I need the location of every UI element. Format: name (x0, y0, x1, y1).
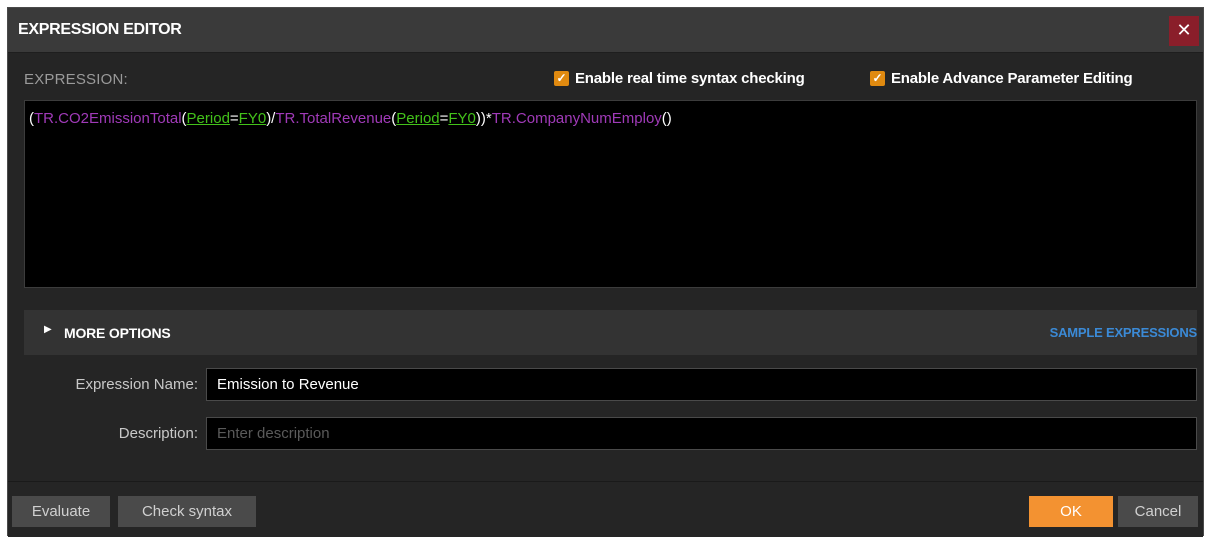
description-label: Description: (118, 425, 198, 442)
expand-arrow-icon[interactable]: ▶ (44, 324, 52, 335)
advance-param-option[interactable]: ✓ Enable Advance Parameter Editing (870, 70, 1133, 87)
token-function: TR.CO2EmissionTotal (34, 110, 182, 127)
expression-editor[interactable]: (TR.CO2EmissionTotal(Period=FY0)/TR.Tota… (24, 100, 1197, 288)
token-parameter-value[interactable]: FY0 (448, 110, 476, 127)
token-operator: = (229, 110, 239, 127)
expression-name-label: Expression Name: (75, 376, 198, 393)
expression-label: EXPRESSION: (24, 71, 128, 88)
token-parameter[interactable]: Period (187, 110, 230, 127)
token-operator: ))* (475, 110, 492, 127)
check-syntax-button[interactable]: Check syntax (118, 496, 256, 527)
advance-param-checkbox[interactable]: ✓ (870, 71, 885, 86)
close-icon: ✕ (1176, 20, 1192, 40)
token-parameter-value[interactable]: FY0 (239, 110, 267, 127)
advance-param-label: Enable Advance Parameter Editing (891, 70, 1133, 87)
token-paren: () (661, 110, 672, 127)
sample-expressions-link[interactable]: SAMPLE EXPRESSIONS (1050, 325, 1198, 340)
dialog-title: EXPRESSION EDITOR (18, 21, 182, 38)
expression-editor-dialog: EXPRESSION EDITOR ✕ EXPRESSION: ✓ Enable… (7, 7, 1204, 537)
realtime-syntax-label: Enable real time syntax checking (575, 70, 805, 87)
ok-button[interactable]: OK (1029, 496, 1113, 527)
dialog-footer: Evaluate Check syntax OK Cancel (8, 481, 1203, 537)
token-operator: )/ (266, 110, 276, 127)
expression-name-input[interactable] (206, 368, 1197, 401)
token-parameter[interactable]: Period (396, 110, 439, 127)
realtime-syntax-option[interactable]: ✓ Enable real time syntax checking (554, 70, 805, 87)
realtime-syntax-checkbox[interactable]: ✓ (554, 71, 569, 86)
more-options-bar: ▶ MORE OPTIONS SAMPLE EXPRESSIONS (24, 310, 1197, 355)
description-input[interactable] (206, 417, 1197, 450)
evaluate-button[interactable]: Evaluate (12, 496, 110, 527)
cancel-button[interactable]: Cancel (1118, 496, 1198, 527)
more-options-toggle[interactable]: MORE OPTIONS (64, 325, 171, 341)
close-button[interactable]: ✕ (1169, 16, 1199, 46)
title-bar: EXPRESSION EDITOR ✕ (8, 8, 1203, 53)
token-function: TR.CompanyNumEmploy (491, 110, 662, 127)
token-function: TR.TotalRevenue (275, 110, 392, 127)
